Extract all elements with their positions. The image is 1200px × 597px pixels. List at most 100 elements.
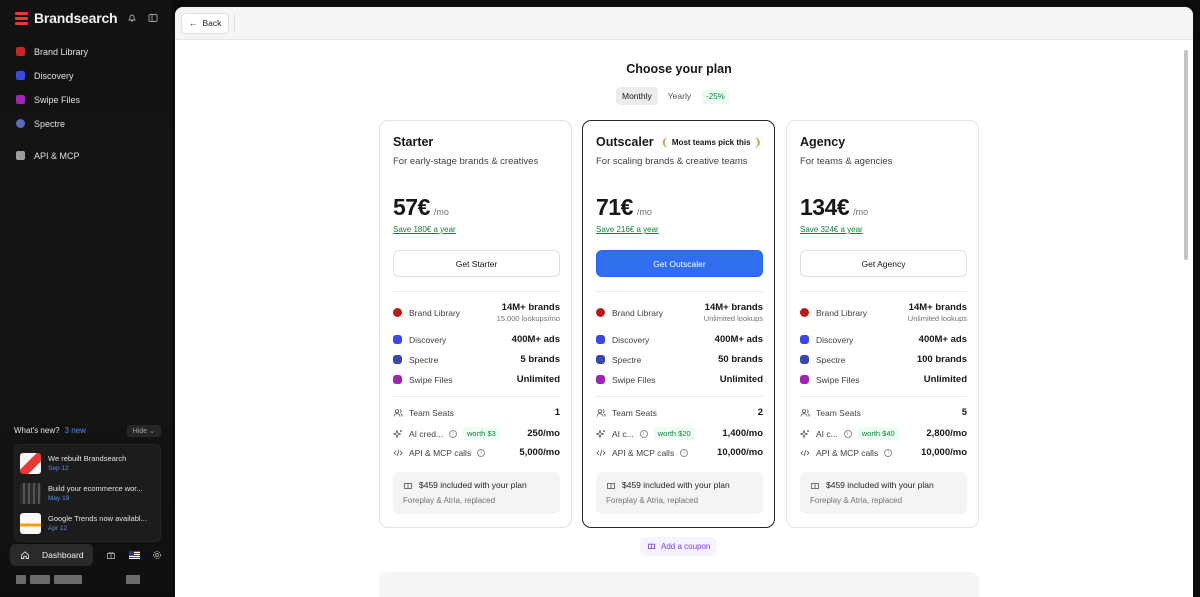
- sidebar-item-label: Spectre: [34, 118, 66, 129]
- news-item[interactable]: Build your ecommerce wor... May 19: [15, 478, 160, 508]
- feature-ai-credits: AI c... i worth $20 1,400/mo: [596, 427, 763, 440]
- plan-name: Agency: [800, 135, 846, 149]
- sidebar-item-spectre[interactable]: Spectre: [10, 112, 162, 135]
- billing-monthly-tab[interactable]: Monthly: [616, 87, 658, 105]
- back-button[interactable]: ← Back: [181, 12, 230, 34]
- get-outscaler-button[interactable]: Get Outscaler: [596, 250, 763, 277]
- us-flag-icon[interactable]: [128, 551, 140, 559]
- yearly-discount-badge: -25%: [701, 88, 730, 104]
- feature-spectre: Spectre 5 brands: [393, 354, 560, 365]
- sidebar-item-label: Discovery: [34, 70, 74, 81]
- gift-icon: [403, 480, 413, 490]
- plan-savings: Save 180€ a year: [393, 225, 456, 234]
- plan-description: For scaling brands & creative teams: [596, 156, 748, 167]
- whats-new-panel: What's new? 3 new Hide ⌄ We rebuilt Bran…: [14, 424, 161, 542]
- swipe-files-icon: [16, 95, 25, 104]
- feature-discovery: Discovery 400M+ ads: [800, 334, 967, 345]
- brandsearch-logo-icon: [15, 11, 29, 25]
- sidebar-nav: Brand Library Discovery Swipe Files Spec…: [10, 40, 162, 168]
- sidebar-item-swipe-files[interactable]: Swipe Files: [10, 88, 162, 111]
- plan-savings: Save 324€ a year: [800, 225, 863, 234]
- sidebar-bottom-row: Dashboard: [10, 544, 162, 566]
- feature-team-seats: Team Seats 5: [800, 407, 967, 418]
- scrollbar-thumb[interactable]: [1184, 50, 1188, 260]
- plan-period: /mo: [636, 207, 652, 217]
- news-item[interactable]: Google Trends now availabl... Apr 12: [15, 508, 160, 538]
- feature-api-calls: API & MCP calls i 5,000/mo: [393, 447, 560, 458]
- code-icon: [393, 448, 403, 458]
- feature-brand-library: Brand Library 14M+ brands Unlimited looku…: [800, 302, 967, 323]
- news-date: May 19: [48, 495, 70, 502]
- plan-description: For early-stage brands & creatives: [393, 156, 539, 167]
- dashboard-label: Dashboard: [42, 550, 84, 560]
- feature-brand-library: Brand Library 14M+ brands 15,000 lookups/…: [393, 302, 560, 323]
- swipe-files-icon: [393, 375, 402, 384]
- add-coupon-button[interactable]: Add a coupon: [640, 537, 718, 556]
- discovery-icon: [16, 71, 25, 80]
- plan-savings: Save 216€ a year: [596, 225, 659, 234]
- info-icon[interactable]: i: [884, 448, 893, 457]
- included-box: $459 included with your plan Foreplay & …: [800, 472, 967, 514]
- plan-card-agency: Agency For teams & agencies 134€/mo Save…: [786, 120, 979, 528]
- feature-brand-library: Brand Library 14M+ brands Unlimited looku…: [596, 302, 763, 323]
- gift-icon[interactable]: [106, 550, 117, 561]
- sidebar-toggle-icon[interactable]: [147, 13, 158, 24]
- news-thumbnail: [20, 452, 41, 474]
- brand-row: Brandsearch: [15, 10, 158, 26]
- news-item[interactable]: We rebuilt Brandsearch Sep 12: [15, 448, 160, 478]
- next-section-card: [379, 572, 979, 597]
- feature-ai-credits: AI cred... i worth $3 250/mo: [393, 427, 560, 440]
- spectre-icon: [393, 355, 402, 364]
- sparkles-icon: [800, 428, 810, 439]
- brand-library-icon: [596, 308, 605, 317]
- dashboard-button[interactable]: Dashboard: [10, 544, 93, 566]
- sidebar-item-label: API & MCP: [34, 150, 80, 161]
- spectre-icon: [596, 355, 605, 364]
- sidebar-item-api-mcp[interactable]: API & MCP: [10, 144, 162, 167]
- arrow-left-icon: ←: [189, 18, 198, 28]
- feature-discovery: Discovery 400M+ ads: [393, 334, 560, 345]
- news-date: Sep 12: [48, 465, 69, 472]
- worth-badge: worth $40: [857, 427, 899, 440]
- feature-swipe-files: Swipe Files Unlimited: [596, 374, 763, 385]
- bell-icon[interactable]: [126, 13, 137, 24]
- users-icon: [800, 408, 810, 418]
- hide-button[interactable]: Hide ⌄: [126, 424, 161, 437]
- feature-api-calls: API & MCP calls i 10,000/mo: [800, 447, 967, 458]
- billing-yearly-tab[interactable]: Yearly: [662, 87, 697, 105]
- settings-gear-icon[interactable]: [152, 550, 163, 561]
- feature-discovery: Discovery 400M+ ads: [596, 334, 763, 345]
- whats-new-title: What's new?: [14, 426, 60, 435]
- sidebar: Brandsearch Brand Library Discovery Swip…: [0, 0, 172, 592]
- feature-api-calls: API & MCP calls i 10,000/mo: [596, 447, 763, 458]
- whats-new-count: 3 new: [64, 426, 86, 435]
- code-icon: [800, 448, 810, 458]
- plan-card-outscaler: Outscaler ❨ Most teams pick this ❩ For sca…: [582, 120, 775, 528]
- discovery-icon: [393, 335, 402, 344]
- info-icon[interactable]: i: [449, 429, 458, 438]
- brand-library-icon: [800, 308, 809, 317]
- user-account-row[interactable]: [16, 573, 140, 585]
- sidebar-item-discovery[interactable]: Discovery: [10, 64, 162, 87]
- feature-spectre: Spectre 50 brands: [596, 354, 763, 365]
- brand-name: Brandsearch: [34, 10, 118, 26]
- plan-period: /mo: [853, 207, 869, 217]
- included-box: $459 included with your plan Foreplay & …: [393, 472, 560, 514]
- get-starter-button[interactable]: Get Starter: [393, 250, 560, 277]
- back-label: Back: [202, 18, 222, 28]
- whats-new-list: We rebuilt Brandsearch Sep 12 Build your…: [14, 444, 161, 542]
- info-icon[interactable]: i: [680, 448, 689, 457]
- news-title: We rebuilt Brandsearch: [48, 454, 127, 463]
- sidebar-item-brand-library[interactable]: Brand Library: [10, 40, 162, 63]
- feature-swipe-files: Swipe Files Unlimited: [800, 374, 967, 385]
- info-icon[interactable]: i: [477, 448, 486, 457]
- get-agency-button[interactable]: Get Agency: [800, 250, 967, 277]
- feature-ai-credits: AI c... i worth $40 2,800/mo: [800, 427, 967, 440]
- plan-period: /mo: [433, 207, 449, 217]
- avatar: [16, 574, 26, 584]
- feature-team-seats: Team Seats 2: [596, 407, 763, 418]
- info-icon[interactable]: i: [843, 429, 852, 438]
- swipe-files-icon: [596, 375, 605, 384]
- users-icon: [596, 408, 606, 418]
- info-icon[interactable]: i: [639, 429, 648, 438]
